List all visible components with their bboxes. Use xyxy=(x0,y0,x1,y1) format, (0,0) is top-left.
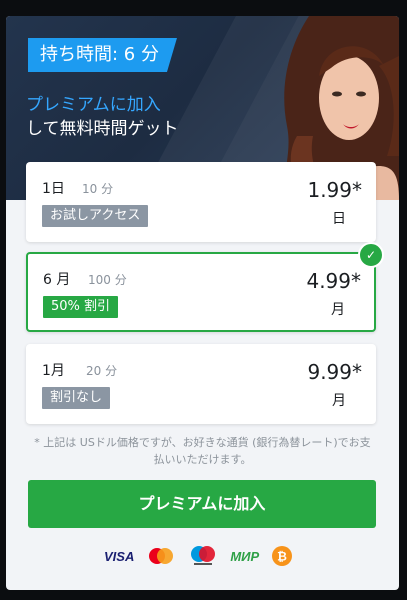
plan-minutes: 20 分 xyxy=(86,364,118,378)
plan-minutes: 10 分 xyxy=(82,182,114,196)
headline-text: して無料時間ゲット xyxy=(26,119,179,139)
plan-price-unit: 月 xyxy=(331,302,345,318)
bitcoin-logo-icon: ₿ xyxy=(271,545,293,567)
subscribe-premium-button[interactable]: プレミアムに加入 xyxy=(28,480,376,528)
premium-offer-panel: 持ち時間: 6 分 プレミアムに加入 して無料時間ゲット 1日 10 分 お試し… xyxy=(6,16,399,590)
selected-check-icon: ✓ xyxy=(358,242,384,268)
plan-period: 6 月 xyxy=(43,272,71,288)
plan-card-6-month[interactable]: 6 月 100 分 50% 割引 4.99* 月 ✓ xyxy=(26,242,384,332)
plan-price-unit: 月 xyxy=(332,393,346,409)
visa-logo-icon: VISA xyxy=(104,548,135,564)
plan-card-1-month[interactable]: 1月 20 分 割引なし 9.99* 月 xyxy=(26,344,376,424)
payment-methods: VISA МИР ₿ xyxy=(104,544,305,568)
plan-price-unit: 日 xyxy=(332,211,346,227)
plan-card-1-day[interactable]: 1日 10 分 お試しアクセス 1.99* 日 xyxy=(26,162,376,242)
plan-minutes: 100 分 xyxy=(88,273,127,287)
headline-highlight: プレミアムに加入 xyxy=(26,95,161,115)
svg-text:₿: ₿ xyxy=(277,550,287,564)
plan-price: 4.99* xyxy=(306,269,361,293)
plan-period: 1日 xyxy=(42,181,65,197)
plan-tag: 割引なし xyxy=(42,387,111,409)
currency-note: * 上記は USドル価格ですが、お好きな通貨 (銀行為替レート)でお支払いいただ… xyxy=(34,436,371,466)
mastercard-logo-icon xyxy=(146,546,176,566)
plan-price: 1.99* xyxy=(307,178,362,202)
maestro-logo-icon xyxy=(188,545,218,567)
plan-period: 1月 xyxy=(42,363,65,379)
plan-price: 9.99* xyxy=(307,360,362,384)
remaining-time-badge: 持ち時間: 6 分 xyxy=(28,38,177,72)
mir-logo-icon: МИР xyxy=(230,548,260,564)
plan-tag: お試しアクセス xyxy=(42,205,149,227)
plan-tag: 50% 割引 xyxy=(43,296,119,318)
